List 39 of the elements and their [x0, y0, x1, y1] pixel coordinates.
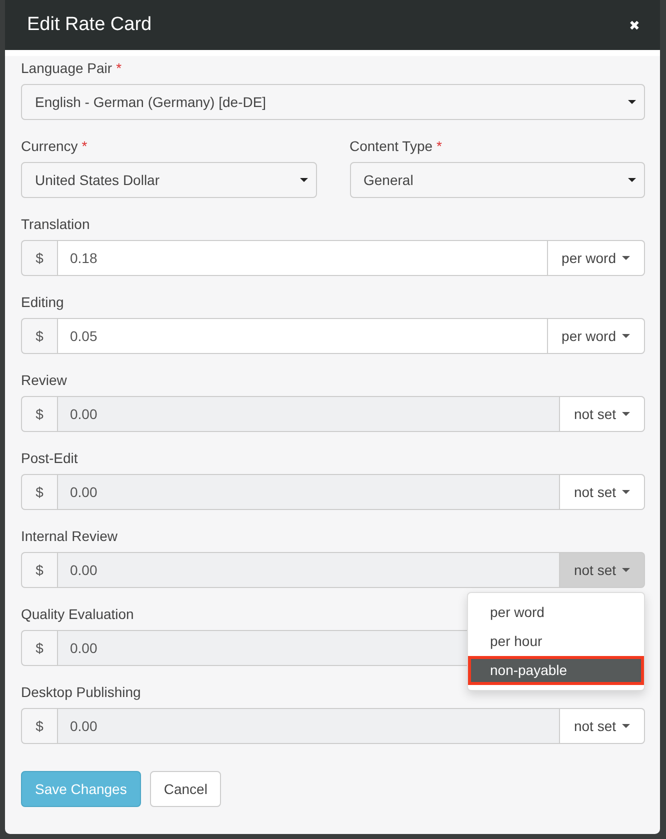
- unit-dropdown-button[interactable]: per word: [548, 318, 645, 354]
- cancel-button[interactable]: Cancel: [150, 771, 222, 807]
- field-label: Quality Evaluation: [21, 606, 134, 622]
- field-label: Translation: [21, 216, 90, 232]
- required-mark: *: [82, 138, 88, 154]
- required-mark: *: [436, 138, 442, 154]
- close-button[interactable]: ✖: [629, 18, 640, 32]
- language-pair-select[interactable]: English - German (Germany) [de-DE]: [21, 84, 645, 120]
- caret-icon: [300, 178, 308, 182]
- currency-select[interactable]: United States Dollar: [21, 162, 316, 198]
- required-mark: *: [116, 60, 122, 76]
- field-label: Post-Edit: [21, 450, 78, 466]
- caret-icon: [622, 256, 630, 260]
- field-label: Desktop Publishing: [21, 684, 141, 700]
- currency-addon: $: [21, 240, 57, 276]
- field-label: Content Type: [350, 138, 433, 154]
- caret-icon: [622, 490, 630, 494]
- field-label: Editing: [21, 294, 64, 310]
- caret-icon: [622, 334, 630, 338]
- currency-addon: $: [21, 630, 57, 666]
- field-label: Internal Review: [21, 528, 118, 544]
- caret-icon: [622, 412, 630, 416]
- caret-icon: [622, 568, 630, 572]
- modal-title: Edit Rate Card: [27, 14, 152, 36]
- caret-icon: [628, 178, 636, 182]
- field-label: Review: [21, 372, 67, 388]
- rate-input[interactable]: 0.05: [57, 318, 548, 354]
- field-label: Language Pair: [21, 60, 112, 76]
- content-type-select[interactable]: General: [350, 162, 645, 198]
- currency-addon: $: [21, 396, 57, 432]
- caret-icon: [628, 100, 636, 104]
- rate-input[interactable]: 0.18: [57, 240, 548, 276]
- currency-addon: $: [21, 552, 57, 588]
- field-label: Currency: [21, 138, 78, 154]
- currency-addon: $: [21, 318, 57, 354]
- caret-icon: [622, 724, 630, 728]
- currency-addon: $: [21, 474, 57, 510]
- currency-addon: $: [21, 708, 57, 744]
- unit-dropdown-button[interactable]: per word: [548, 240, 645, 276]
